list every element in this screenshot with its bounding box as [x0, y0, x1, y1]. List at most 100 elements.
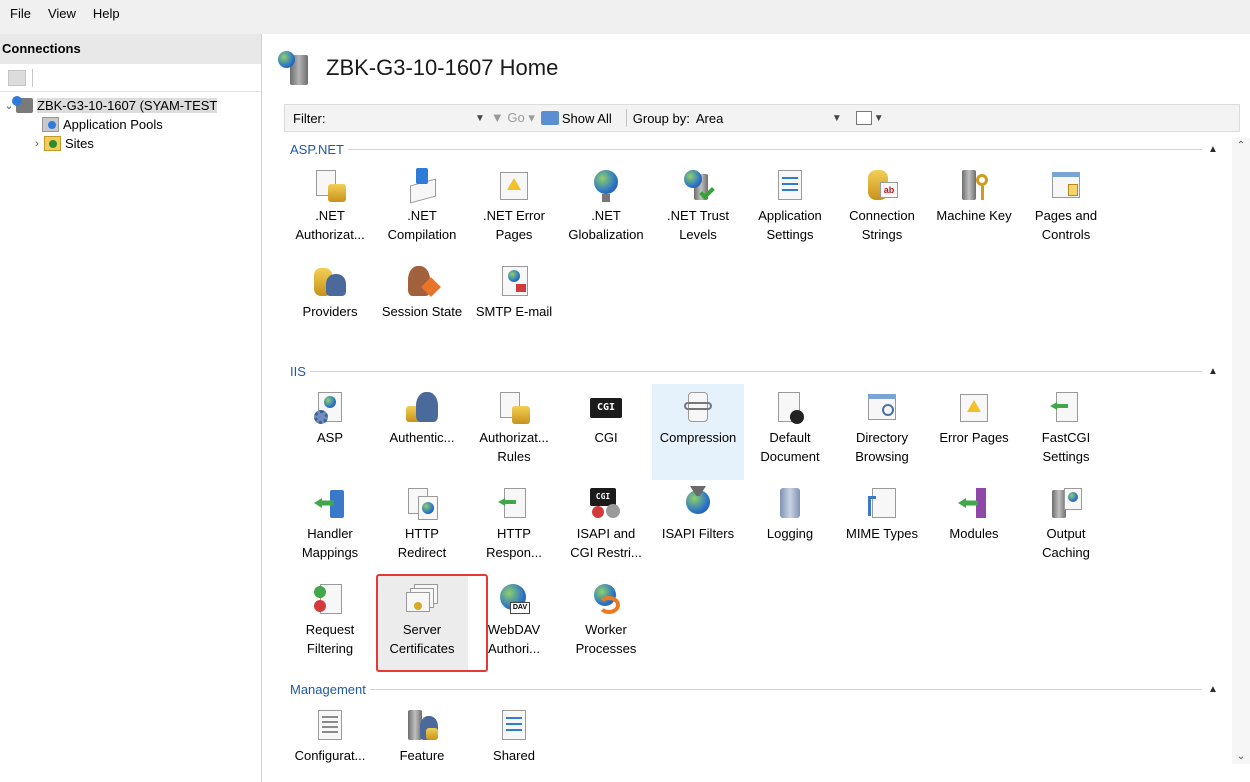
feature-net-trust-levels[interactable]: .NET Trust Levels — [652, 162, 744, 258]
filter-dropdown-icon[interactable]: ▼ — [475, 113, 485, 124]
show-all-button[interactable]: Show All — [540, 111, 612, 126]
feature-label: .NET Error — [483, 208, 545, 223]
go-button[interactable]: ▼ Go ▾ — [491, 110, 535, 126]
scroll-up-icon[interactable]: ⌃ — [1232, 140, 1250, 151]
shared-configuration-icon — [496, 708, 532, 744]
menu-file[interactable]: File — [10, 6, 31, 21]
globe-icon — [588, 168, 624, 204]
settings-list-icon — [772, 168, 808, 204]
server-home-icon — [278, 49, 312, 87]
modules-icon — [956, 486, 992, 522]
vertical-scrollbar[interactable]: ⌃ ⌄ — [1232, 138, 1250, 764]
cgi-icon: CGI — [588, 390, 624, 426]
feature-label: Mappings — [301, 545, 359, 560]
filter-input[interactable]: Filter: — [285, 111, 475, 126]
feature-smtp-email[interactable]: SMTP E-mail — [468, 258, 560, 354]
feature-net-error-pages[interactable]: .NET Error Pages — [468, 162, 560, 258]
feature-label: Settings — [766, 227, 814, 242]
menu-help[interactable]: Help — [93, 6, 120, 21]
feature-label: Redirect — [397, 545, 447, 560]
tree-item-server[interactable]: ⌄ ZBK-G3-10-1607 (SYAM-TEST — [0, 96, 261, 115]
feature-label: SMTP E-mail — [475, 304, 553, 319]
feature-isapi-cgi-restrictions[interactable]: CGI ISAPI and CGI Restri... — [560, 480, 652, 576]
section-aspnet: ASP.NET ▲ — [284, 140, 1224, 158]
toolbar-separator — [32, 68, 33, 87]
feature-handler-mappings[interactable]: Handler Mappings — [284, 480, 376, 576]
feature-net-compilation[interactable]: .NET Compilation — [376, 162, 468, 258]
section-iis: IIS ▲ — [284, 362, 1224, 380]
feature-label: Pages — [495, 227, 533, 242]
feature-mime-types[interactable]: MIME Types — [836, 480, 928, 576]
feature-label: CGI Restri... — [570, 545, 642, 560]
error-page-icon — [496, 168, 532, 204]
feature-default-document[interactable]: Default Document — [744, 384, 836, 480]
menu-view[interactable]: View — [48, 6, 76, 21]
compilation-icon — [404, 168, 440, 204]
feature-http-redirect[interactable]: HTTP Redirect — [376, 480, 468, 576]
group-by-dropdown-icon[interactable]: ▼ — [832, 113, 842, 124]
view-mode-dropdown-icon[interactable]: ▼ — [874, 113, 884, 124]
feature-label: HTTP — [497, 526, 531, 541]
feature-machine-key[interactable]: Machine Key — [928, 162, 1020, 258]
connect-icon[interactable] — [8, 69, 26, 86]
feature-pages-and-controls[interactable]: Pages and Controls — [1020, 162, 1112, 258]
collapse-icon[interactable]: ▲ — [1202, 144, 1224, 155]
feature-compression[interactable]: Compression — [652, 384, 744, 480]
feature-output-caching[interactable]: Output Caching — [1020, 480, 1112, 576]
authentication-icon — [404, 390, 440, 426]
default-document-icon — [772, 390, 808, 426]
feature-label: Caching — [1042, 545, 1090, 560]
feature-modules[interactable]: Modules — [928, 480, 1020, 576]
feature-asp[interactable]: ASP — [284, 384, 376, 480]
feature-authorization-rules[interactable]: Authorizat... Rules — [468, 384, 560, 480]
feature-shared-configuration[interactable]: Shared — [468, 702, 560, 764]
feature-logging[interactable]: Logging — [744, 480, 836, 576]
feature-label: Filtering — [306, 641, 354, 656]
mime-types-icon — [864, 486, 900, 522]
collapse-icon[interactable]: ▲ — [1202, 684, 1224, 695]
scroll-down-icon[interactable]: ⌄ — [1232, 751, 1250, 762]
sites-folder-icon — [44, 136, 61, 151]
feature-http-response-headers[interactable]: HTTP Respon... — [468, 480, 560, 576]
feature-configuration-editor[interactable]: Configurat... — [284, 702, 376, 764]
chevron-right-icon[interactable]: › — [30, 138, 44, 150]
feature-label: Output — [1046, 526, 1086, 541]
providers-icon — [312, 264, 348, 300]
feature-label: Processes — [575, 641, 637, 656]
tree-item-application-pools[interactable]: Application Pools — [0, 115, 261, 134]
feature-connection-strings[interactable]: ab Connection Strings — [836, 162, 928, 258]
feature-isapi-filters[interactable]: ISAPI Filters — [652, 480, 744, 576]
tree-item-sites[interactable]: › Sites — [0, 134, 261, 153]
view-mode-icon[interactable] — [855, 111, 872, 125]
feature-label: Compilation — [387, 227, 457, 242]
feature-providers[interactable]: Providers — [284, 258, 376, 354]
feature-worker-processes[interactable]: Worker Processes — [560, 576, 652, 672]
group-by-label: Group by: — [632, 110, 690, 126]
feature-error-pages[interactable]: Error Pages — [928, 384, 1020, 480]
feature-label: Authorizat... — [479, 430, 549, 445]
feature-feature-delegation[interactable]: Feature — [376, 702, 468, 764]
feature-cgi[interactable]: CGI CGI — [560, 384, 652, 480]
session-state-icon — [404, 264, 441, 300]
feature-label: ISAPI and — [576, 526, 636, 541]
feature-label: Rules — [497, 449, 531, 464]
worker-processes-icon — [588, 582, 624, 618]
authorization-rules-icon — [496, 390, 532, 426]
feature-label: Configurat... — [294, 748, 366, 763]
feature-request-filtering[interactable]: Request Filtering — [284, 576, 376, 672]
feature-net-authorization[interactable]: .NET Authorizat... — [284, 162, 376, 258]
feature-label: Error Pages — [939, 430, 1009, 445]
feature-authentication[interactable]: Authentic... — [376, 384, 468, 480]
feature-fastcgi-settings[interactable]: FastCGI Settings — [1020, 384, 1112, 480]
collapse-icon[interactable]: ▲ — [1202, 366, 1224, 377]
feature-application-settings[interactable]: Application Settings — [744, 162, 836, 258]
menu-bar: File View Help — [0, 0, 1250, 34]
feature-label: Shared — [493, 748, 535, 763]
feature-label: Feature — [399, 748, 445, 763]
feature-directory-browsing[interactable]: Directory Browsing — [836, 384, 928, 480]
feature-net-globalization[interactable]: .NET Globalization — [560, 162, 652, 258]
group-by-select[interactable]: Area — [696, 111, 832, 126]
feature-label: FastCGI — [1041, 430, 1091, 445]
feature-label: Authorizat... — [295, 227, 365, 242]
feature-session-state[interactable]: Session State — [376, 258, 468, 354]
